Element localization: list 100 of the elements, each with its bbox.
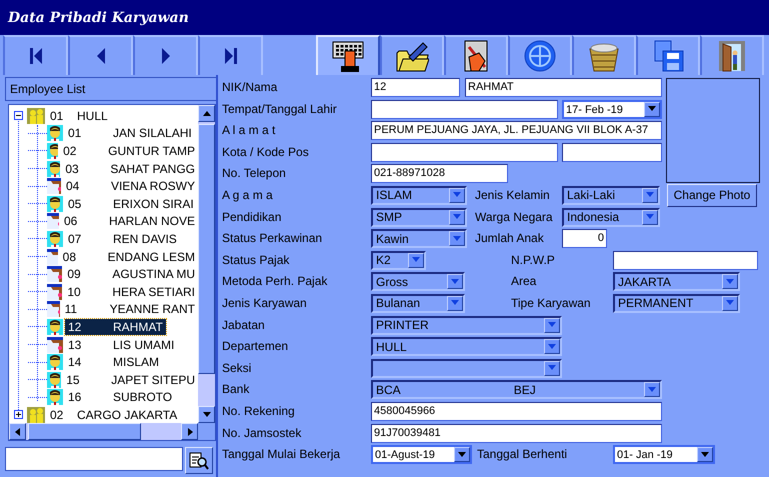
dropdown-field[interactable]: JAKARTA <box>613 272 740 292</box>
input-field[interactable] <box>613 250 758 270</box>
dropdown-field[interactable]: Kawin <box>371 229 467 248</box>
field-label: No. Jamsostek <box>222 424 302 442</box>
dropdown-field[interactable]: Gross <box>371 272 465 292</box>
date-picker[interactable]: 17- Feb -19 <box>562 100 662 119</box>
input-field[interactable]: 4580045966 <box>371 402 662 421</box>
tree-group-item[interactable]: 01 HULL <box>47 108 111 124</box>
input-field[interactable] <box>371 142 558 162</box>
dropdown-field[interactable]: Laki-Laki <box>562 186 660 205</box>
dropdown-field[interactable]: K2 <box>371 250 426 270</box>
globe-icon <box>523 39 557 73</box>
dropdown-field[interactable]: PRINTER <box>371 316 562 335</box>
input-field[interactable] <box>562 142 662 162</box>
dropdown-field[interactable]: PERMANENT <box>613 294 740 313</box>
man-avatar-icon <box>47 196 63 212</box>
toolbar-button[interactable] <box>700 35 764 75</box>
input-field[interactable]: RAHMAT <box>465 78 662 97</box>
employee-item[interactable]: 10 HERA SETIARI <box>64 284 198 300</box>
next-icon <box>162 48 170 64</box>
field-label: Area <box>511 273 538 290</box>
employee-item[interactable]: 01 JAN SILALAHI <box>65 125 195 142</box>
people-group-icon <box>27 108 45 124</box>
field-label: No. Rekening <box>222 402 296 420</box>
field-label: Warga Negara <box>475 208 554 226</box>
toolbar-button[interactable] <box>572 35 636 75</box>
field-label: Jenis Karyawan <box>222 294 308 312</box>
change-photo-button[interactable]: Change Photo <box>667 184 757 207</box>
man-avatar-icon <box>47 142 58 159</box>
field-label: Jumlah Anak <box>475 230 545 248</box>
dropdown-field[interactable]: SMP <box>371 208 467 227</box>
woman-avatar-icon <box>47 336 63 353</box>
dropdown-field[interactable]: ISLAM <box>371 186 467 205</box>
employee-item[interactable]: 13 LIS UMAMI <box>65 336 178 353</box>
previous-icon <box>96 48 104 64</box>
navigation-button[interactable] <box>198 35 263 75</box>
field-label: Bank <box>222 381 250 398</box>
employee-item[interactable]: 09 AGUSTINA MU <box>64 266 198 282</box>
woman-avatar-icon <box>47 248 58 265</box>
employee-item[interactable]: 12 RAHMAT <box>65 318 166 335</box>
navigation-button[interactable] <box>68 35 133 75</box>
keyboard-hand-icon <box>331 39 365 73</box>
employee-item[interactable]: 05 ERIXON SIRAI <box>65 196 197 212</box>
employee-item[interactable]: 16 SUBROTO <box>65 389 176 406</box>
dropdown-field[interactable]: BCA BEJ <box>371 380 662 400</box>
employee-item[interactable]: 02 GUNTUR TAMP <box>60 142 198 159</box>
tree-group-item[interactable]: 02 CARGO JAKARTA <box>47 406 180 423</box>
toolbar-button[interactable] <box>444 35 508 75</box>
collapse-icon[interactable] <box>14 111 23 120</box>
woman-avatar-icon <box>47 178 61 194</box>
input-field[interactable]: PERUM PEJUANG JAYA, JL. PEJUANG VII BLOK A-37 <box>371 121 662 140</box>
dropdown-field[interactable]: Indonesia <box>562 208 660 227</box>
field-label: Tanggal Berhenti <box>477 446 568 464</box>
toolbar-button[interactable] <box>380 35 444 75</box>
field-label: A l a m a t <box>222 122 276 140</box>
employee-item[interactable]: 06 HARLAN NOVE <box>60 213 198 230</box>
input-field[interactable] <box>371 100 558 119</box>
employee-item[interactable]: 03 SAHAT PANGG <box>62 160 198 177</box>
dropdown-field[interactable] <box>371 358 562 378</box>
field-label: No. Telepon <box>222 165 287 182</box>
woman-avatar-icon <box>47 284 62 300</box>
field-label: Tipe Karyawan <box>511 294 592 312</box>
field-label: Seksi <box>222 360 252 377</box>
employee-item[interactable]: 15 JAPET SITEPU <box>63 372 198 388</box>
date-picker[interactable]: 01- Jan -19 <box>613 445 715 464</box>
field-label: Metoda Perh. Pajak <box>222 273 328 290</box>
field-label: Tanggal Mulai Bekerja <box>222 446 342 464</box>
input-field[interactable]: 021-88971028 <box>371 164 508 184</box>
dropdown-field[interactable]: Bulanan <box>371 294 465 313</box>
search-field[interactable] <box>5 447 183 471</box>
employee-item[interactable]: 14 MISLAM <box>65 354 162 370</box>
toolbar-button[interactable] <box>636 35 700 75</box>
employee-item[interactable]: 07 REN DAVIS <box>65 230 180 247</box>
vertical-scrollbar[interactable] <box>198 105 215 423</box>
man-avatar-icon <box>47 354 63 370</box>
field-label: Pendidikan <box>222 208 282 226</box>
dropdown-field[interactable]: HULL <box>371 337 562 356</box>
navigation-button[interactable] <box>133 35 198 75</box>
employee-item[interactable]: 11 YEANNE RANT <box>62 301 198 318</box>
horizontal-scrollbar[interactable] <box>9 423 198 440</box>
up-arrow-icon <box>202 108 212 118</box>
date-picker[interactable]: 01-Agust-19 <box>371 445 472 464</box>
scrollbar-corner <box>198 423 215 440</box>
list-header: Employee List <box>5 77 216 101</box>
field-label: Tempat/Tanggal Lahir <box>222 100 338 118</box>
employee-item[interactable]: 04 VIENA ROSWY <box>62 178 198 194</box>
employee-item[interactable]: 08 ENDANG LESM <box>60 248 198 265</box>
field-label: Status Pajak <box>222 252 290 269</box>
man-avatar-icon <box>47 318 63 335</box>
expand-icon[interactable] <box>14 410 23 420</box>
field-label: Kota / Kode Pos <box>222 144 310 161</box>
search-icon <box>189 450 209 470</box>
input-field[interactable]: 91J70039481 <box>371 424 662 442</box>
skip-forward-icon <box>224 48 236 64</box>
navigation-button[interactable] <box>3 35 68 75</box>
search-button[interactable] <box>185 447 213 474</box>
number-field[interactable]: 0 <box>562 229 607 248</box>
man-avatar-icon <box>47 160 60 177</box>
input-field[interactable]: 12 <box>371 78 460 97</box>
woman-avatar-icon <box>47 213 59 230</box>
